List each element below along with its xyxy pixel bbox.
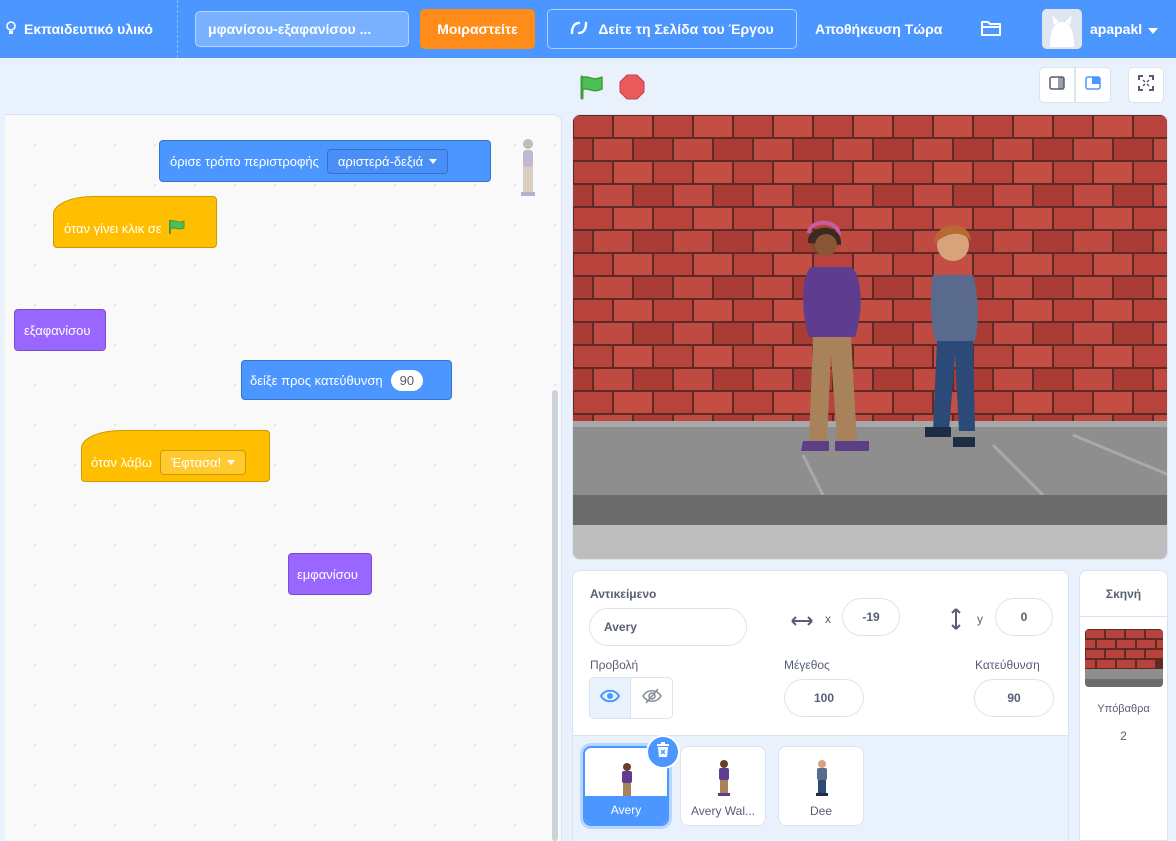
- username-label: apapakl: [1090, 21, 1143, 37]
- fullscreen-button[interactable]: [1128, 67, 1164, 103]
- x-label: x: [825, 612, 831, 626]
- sprite-thumbnail: [813, 759, 831, 802]
- sprite-name-input[interactable]: Avery: [589, 608, 747, 646]
- size-input[interactable]: 100: [784, 679, 864, 717]
- sprite-name: Avery Wal...: [690, 804, 755, 818]
- chevron-down-icon: [1148, 21, 1159, 37]
- stop-icon[interactable]: [619, 74, 645, 100]
- stage-selector[interactable]: Σκηνή Υπόβαθρα 2: [1079, 570, 1168, 841]
- sprite-tile-dee[interactable]: Dee: [778, 746, 864, 826]
- delete-sprite-button[interactable]: [646, 735, 680, 769]
- arrows-vertical-icon: [951, 608, 961, 635]
- sprite-tile-avery-walking[interactable]: Avery Wal...: [680, 746, 766, 826]
- direction-input[interactable]: 90: [974, 679, 1054, 717]
- set-rotation-style-block[interactable]: όρισε τρόπο περιστροφής αριστερά-δεξιά: [159, 140, 491, 182]
- block-text: όταν γίνει κλικ σε: [64, 220, 162, 236]
- block-text: όταν λάβω: [91, 454, 153, 470]
- project-title-input[interactable]: μφανίσου-εξαφανίσου ...: [195, 11, 409, 47]
- point-in-direction-block[interactable]: δείξε προς κατεύθυνση 90: [241, 360, 452, 400]
- trash-icon: [656, 741, 670, 763]
- block-text: εμφανίσου: [297, 566, 358, 582]
- rotation-style-dropdown[interactable]: αριστερά-δεξιά: [326, 148, 449, 174]
- eye-slash-icon: [641, 687, 662, 709]
- backdrops-count: 2: [1120, 729, 1127, 743]
- visibility-toggle: [589, 677, 673, 719]
- sprite-label: Αντικείμενο: [590, 587, 657, 601]
- see-project-page-label: Δείτε τη Σελίδα του Έργου: [598, 21, 774, 37]
- normal-stage-icon: [1085, 75, 1101, 95]
- chevron-down-icon: [227, 459, 236, 465]
- normal-stage-button[interactable]: [1075, 67, 1111, 103]
- hide-sprite-button[interactable]: [631, 678, 672, 718]
- dropdown-value: Έφτασα!: [171, 454, 222, 470]
- y-input[interactable]: 0: [995, 598, 1053, 636]
- show-label: Προβολή: [590, 658, 639, 672]
- tutorials-button[interactable]: Εκπαιδευτικό υλικό: [0, 0, 178, 58]
- when-flag-clicked-block[interactable]: όταν γίνει κλικ σε: [53, 196, 217, 248]
- direction-input[interactable]: 90: [390, 369, 424, 391]
- when-i-receive-block[interactable]: όταν λάβω Έφτασα!: [81, 430, 270, 482]
- stage-title: Σκηνή: [1080, 571, 1167, 617]
- x-input[interactable]: -19: [842, 598, 900, 636]
- account-menu[interactable]: apapakl: [1090, 0, 1176, 58]
- show-block[interactable]: εμφανίσου: [288, 553, 372, 595]
- fullscreen-icon: [1138, 74, 1154, 96]
- backdrops-label: Υπόβαθρα: [1097, 703, 1150, 715]
- folder-icon[interactable]: [980, 19, 1002, 37]
- arrows-horizontal-icon: [791, 614, 813, 632]
- tutorials-label: Εκπαιδευτικό υλικό: [24, 21, 153, 37]
- backdrop-thumbnail: [1085, 629, 1163, 687]
- y-label: y: [977, 612, 983, 626]
- avatar[interactable]: [1042, 9, 1082, 49]
- chevron-down-icon: [429, 158, 438, 164]
- small-stage-button[interactable]: [1039, 67, 1075, 103]
- see-project-page-button[interactable]: Δείτε τη Σελίδα του Έργου: [547, 9, 797, 49]
- menu-bar: Εκπαιδευτικό υλικό μφανίσου-εξαφανίσου .…: [0, 0, 1176, 58]
- dropdown-value: αριστερά-δεξιά: [337, 153, 424, 169]
- sprite-thumbnail-watermark: [515, 136, 541, 198]
- eye-icon: [599, 689, 621, 708]
- stage[interactable]: [572, 114, 1168, 560]
- show-sprite-button[interactable]: [590, 678, 632, 718]
- block-text: όρισε τρόπο περιστροφής: [170, 153, 319, 169]
- green-flag-icon[interactable]: [578, 74, 606, 100]
- direction-label: Κατεύθυνση: [975, 658, 1040, 672]
- small-stage-icon: [1049, 75, 1065, 95]
- sprite-name: Dee: [809, 804, 832, 818]
- message-dropdown[interactable]: Έφτασα!: [160, 449, 247, 475]
- sprite-name: Avery: [585, 796, 667, 824]
- green-flag-icon: [168, 219, 186, 238]
- sprite-info-panel: Αντικείμενο Avery x -19 y 0 Προβολή Μέγε…: [572, 570, 1069, 841]
- size-label: Μέγεθος: [784, 658, 830, 672]
- save-now-button[interactable]: Αποθήκευση Τώρα: [815, 0, 955, 58]
- remix-icon: [570, 21, 588, 38]
- sprite-thumbnail: [715, 759, 733, 802]
- hide-block[interactable]: εξαφανίσου: [14, 309, 106, 351]
- block-text: δείξε προς κατεύθυνση: [250, 372, 383, 388]
- share-button[interactable]: Μοιραστείτε: [420, 9, 535, 49]
- code-scrollbar[interactable]: [552, 390, 558, 841]
- lightbulb-icon: [6, 20, 16, 38]
- block-text: εξαφανίσου: [24, 322, 91, 338]
